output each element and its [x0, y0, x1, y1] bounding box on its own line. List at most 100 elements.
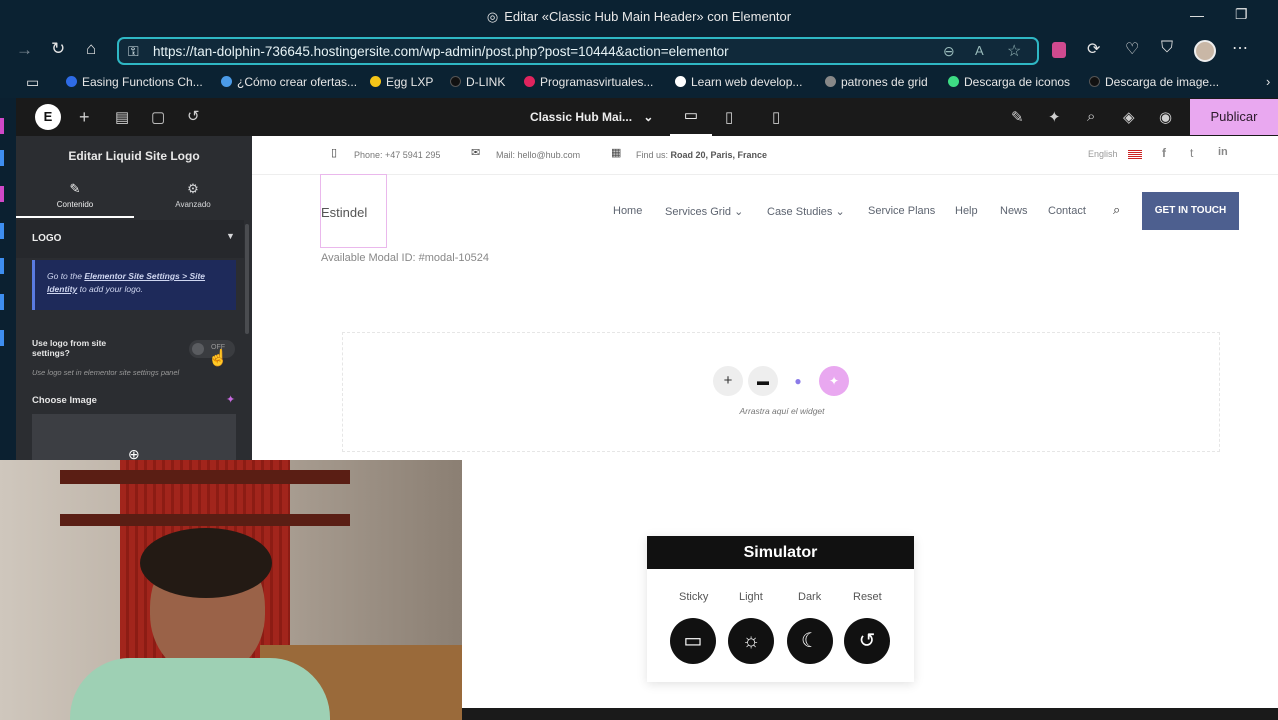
sidebar-app-icon[interactable]: [0, 150, 4, 166]
reset-button[interactable]: ↺: [844, 618, 890, 664]
desktop-view-button[interactable]: ▭: [670, 98, 712, 136]
sidebar-app-icon[interactable]: [0, 258, 4, 274]
site-logo[interactable]: Estindel: [320, 174, 387, 248]
bookmark-item[interactable]: Learn web develop...: [675, 75, 802, 89]
sidebar-app-icon[interactable]: [0, 118, 4, 134]
image-picker[interactable]: ⊕: [32, 414, 236, 462]
tab-label: Contenido: [56, 200, 94, 209]
tablet-view-icon[interactable]: ▯: [725, 108, 733, 126]
search-icon[interactable]: ⌕: [1113, 202, 1120, 218]
bookmark-item[interactable]: Egg LXP: [370, 75, 433, 89]
section-title: LOGO: [32, 233, 62, 244]
drop-zone-hint: Arrastra aquí el widget: [739, 406, 825, 416]
ai-sparkle-button[interactable]: ✦: [819, 366, 849, 396]
drop-zone[interactable]: + ▬ ● ✦ Arrastra aquí el widget: [342, 332, 1220, 452]
bookmark-item[interactable]: D-LINK: [450, 75, 505, 89]
document-title[interactable]: Classic Hub Mai... ⌄: [530, 110, 653, 124]
shield-extension-icon[interactable]: [1052, 42, 1066, 58]
bookmark-item[interactable]: patrones de grid: [825, 75, 928, 89]
get-in-touch-button[interactable]: GET IN TOUCH: [1142, 192, 1239, 230]
nav-contact[interactable]: Contact: [1048, 205, 1086, 217]
bookmark-item[interactable]: Descarga de iconos: [948, 75, 1070, 89]
panel-scrollbar[interactable]: [245, 224, 249, 334]
twitter-icon[interactable]: t: [1190, 146, 1193, 160]
minimize-button[interactable]: —: [1190, 7, 1204, 23]
reload-icon[interactable]: ↻: [51, 39, 65, 59]
topbar-mail: Mail: hello@hub.com: [496, 150, 581, 160]
section-header[interactable]: LOGO ▼: [16, 220, 244, 258]
light-button[interactable]: ☼: [728, 618, 774, 664]
more-icon[interactable]: ⋯: [1232, 38, 1248, 58]
extension-icon[interactable]: ⟳: [1087, 39, 1100, 59]
gear-icon: ⚙: [187, 181, 199, 196]
nav-service-plans[interactable]: Service Plans: [868, 205, 935, 217]
linkedin-icon[interactable]: in: [1218, 146, 1228, 158]
avatar[interactable]: [1194, 40, 1216, 62]
url-field[interactable]: ⚿ https://tan-dolphin-736645.hostingersi…: [117, 37, 1039, 65]
home-icon[interactable]: ⌂: [86, 39, 96, 59]
taskbar: [462, 708, 1278, 720]
pencil-icon: ✎: [69, 181, 81, 196]
toggle-icon[interactable]: ●: [783, 366, 813, 396]
restore-button[interactable]: ❐: [1235, 6, 1248, 23]
choose-image-label: Choose Image: [32, 395, 97, 406]
publish-button[interactable]: Publicar: [1190, 99, 1278, 135]
modal-id-text: Available Modal ID: #modal-10524: [321, 252, 489, 264]
sidebar-app-icon[interactable]: [0, 223, 4, 239]
phone-icon: ▯: [331, 147, 338, 159]
sidebar-app-icon[interactable]: [0, 186, 4, 202]
mobile-view-icon[interactable]: ▯: [772, 108, 780, 126]
ai-sparkle-icon[interactable]: ✦: [226, 393, 235, 406]
heart-icon[interactable]: ♡: [1125, 39, 1139, 59]
bookmark-item[interactable]: Descarga de image...: [1089, 75, 1219, 89]
preview-eye-icon[interactable]: ◉: [1159, 108, 1172, 126]
sidebar-app-icon[interactable]: [0, 330, 4, 346]
language-selector[interactable]: English: [1088, 149, 1118, 159]
favorite-icon[interactable]: ☆: [1007, 41, 1021, 61]
bookmarks-toggle-icon[interactable]: ▭: [26, 74, 39, 91]
zoom-icon[interactable]: ⊖: [943, 43, 955, 60]
map-icon: ▦: [611, 147, 622, 159]
topbar-divider: [252, 174, 1278, 175]
nav-home[interactable]: Home: [613, 205, 642, 217]
nav-services-grid[interactable]: Services Grid ⌄: [665, 205, 743, 218]
site-info-icon[interactable]: ⚿: [128, 43, 139, 60]
structure-icon[interactable]: ▤: [115, 108, 129, 126]
notifications-icon[interactable]: ✦: [1048, 108, 1061, 126]
facebook-icon[interactable]: f: [1162, 146, 1166, 160]
bookmarks-bar: ▭ Easing Functions Ch... ¿Cómo crear ofe…: [0, 68, 1278, 98]
elementor-logo-icon[interactable]: E: [35, 104, 61, 130]
nav-news[interactable]: News: [1000, 205, 1028, 217]
notice-box: Go to the Elementor Site Settings > Site…: [32, 260, 236, 310]
tab-advanced[interactable]: ⚙ Avanzado: [134, 174, 252, 218]
mail-icon: ✉: [471, 147, 481, 159]
nav-case-studies[interactable]: Case Studies ⌄: [767, 205, 845, 218]
forward-icon[interactable]: →: [16, 40, 33, 60]
template-library-button[interactable]: ▬: [748, 366, 778, 396]
comments-icon[interactable]: ▢: [151, 108, 165, 126]
window-title: ◎ Editar «Classic Hub Main Header» con El…: [486, 9, 792, 24]
dark-button[interactable]: ☾: [787, 618, 833, 664]
layers-icon[interactable]: ◈: [1123, 108, 1135, 126]
nav-help[interactable]: Help: [955, 205, 978, 217]
person-shirt: [70, 658, 330, 720]
brush-icon[interactable]: ✎: [1011, 108, 1024, 126]
elementor-topbar: E + ▤ ▢ ↺ Classic Hub Mai... ⌄ ▭ ▯ ▯ ✎ ✦…: [16, 98, 1278, 136]
history-icon[interactable]: ↺: [187, 107, 200, 125]
add-section-button[interactable]: +: [713, 366, 743, 396]
bookmark-item[interactable]: Easing Functions Ch...: [66, 75, 203, 89]
shield-icon[interactable]: ⛉: [1161, 39, 1173, 57]
add-element-icon[interactable]: +: [79, 107, 90, 128]
window-titlebar: ◎ Editar «Classic Hub Main Header» con El…: [0, 0, 1278, 34]
chevron-down-icon: ⌄: [643, 110, 654, 124]
bookmark-item[interactable]: Programasvirtuales...: [524, 75, 653, 89]
broken-logo-image: Estindel: [321, 205, 368, 220]
chevron-right-icon[interactable]: ›: [1266, 74, 1270, 89]
sticky-button[interactable]: ▭: [670, 618, 716, 664]
sidebar-app-icon[interactable]: [0, 294, 4, 310]
read-aloud-icon[interactable]: A: [975, 43, 984, 58]
toggle-hint: Use logo set in elementor site settings …: [32, 368, 180, 377]
bookmark-item[interactable]: ¿Cómo crear ofertas...: [221, 75, 357, 89]
search-icon[interactable]: ⌕: [1087, 108, 1095, 125]
tab-content[interactable]: ✎ Contenido: [16, 174, 134, 218]
